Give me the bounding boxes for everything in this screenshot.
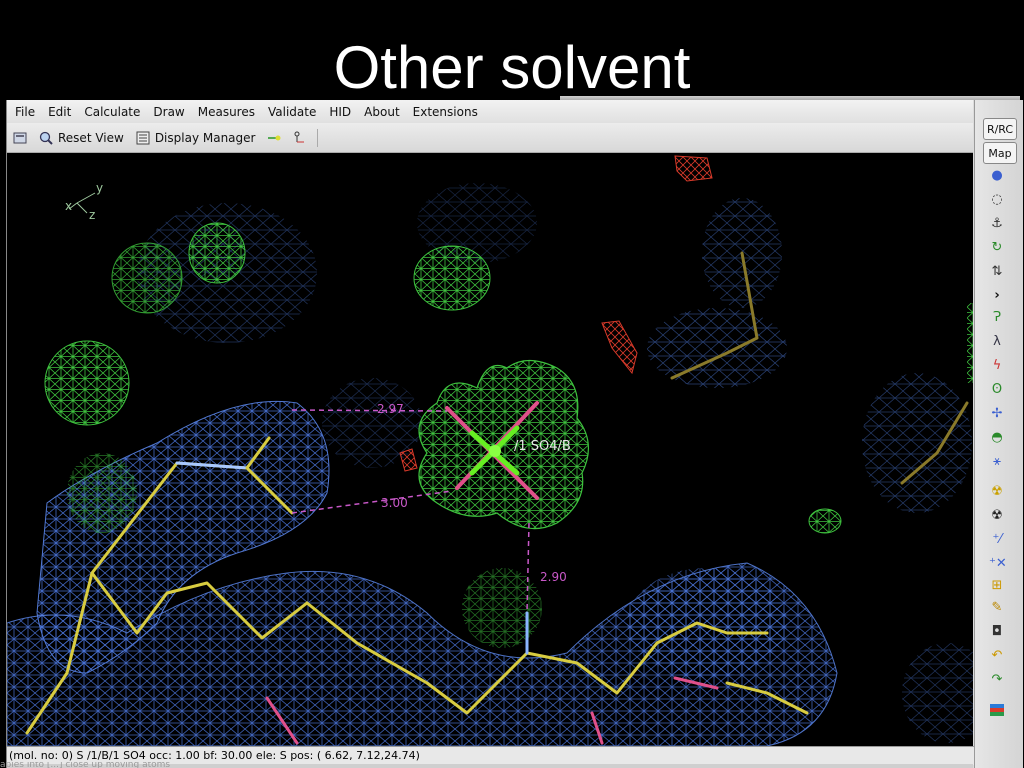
rrc-button[interactable]: R/RC [983, 118, 1017, 140]
go-to-atom-button[interactable] [261, 126, 287, 150]
mutate-auto-fit-icon[interactable]: λ [989, 334, 1005, 350]
side-toolbar: R/RC Map ● ◌ ⚓ ↻ ⇅ › Ɂ λ ϟ ʘ ✢ ◓ ⚹ ☢ ☢ ⁺… [974, 100, 1023, 768]
map-button[interactable]: Map [983, 142, 1017, 164]
torsion-edit-icon[interactable]: ʘ [989, 382, 1005, 398]
distance-label-3: 2.90 [540, 570, 567, 584]
blue-density-mesh [7, 400, 838, 746]
axis-z-label: z [89, 208, 96, 222]
flag-icon[interactable] [989, 704, 1005, 720]
radioactive-warning-icon[interactable]: ☢ [989, 484, 1005, 500]
model-fit-button[interactable] [287, 126, 313, 150]
rotate-translate-icon[interactable]: ◌ [989, 192, 1005, 208]
auto-fit-rotamer-icon[interactable]: ⚓ [989, 216, 1005, 232]
open-file-icon [13, 132, 27, 143]
menu-extensions[interactable]: Extensions [405, 105, 483, 119]
regularize-icon[interactable]: ⚹ [989, 454, 1005, 470]
distance-label-2: 3.00 [381, 496, 408, 510]
delete-atom-icon[interactable]: ⁺✕ [989, 556, 1007, 572]
display-manager-button[interactable]: Display Manager [130, 126, 262, 150]
side-chain-180-icon[interactable]: ⇅ [989, 264, 1005, 280]
coot-window: File Edit Calculate Draw Measures Valida… [6, 100, 1023, 768]
magnifier-icon [39, 131, 53, 145]
clean-broom-icon[interactable]: ✎ [989, 600, 1005, 616]
reset-view-button[interactable]: Reset View [33, 126, 130, 150]
menu-about[interactable]: About [356, 105, 404, 119]
graphics-viewport[interactable]: x y z /1 SO4/B 2.97 3.00 2.90 [7, 153, 973, 746]
menu-validate[interactable]: Validate [260, 105, 321, 119]
undo-icon[interactable]: ↶ [989, 648, 1005, 664]
sphere-refine-icon[interactable]: ● [989, 168, 1005, 184]
add-alt-conf-icon[interactable]: ϟ [989, 358, 1005, 374]
arrow-right-icon [268, 135, 281, 140]
add-water-icon[interactable]: ◓ [989, 430, 1005, 446]
chevron-right-icon[interactable]: › [989, 288, 1005, 304]
axis-y-label: y [96, 181, 104, 195]
redo-icon[interactable]: ↷ [989, 672, 1005, 688]
menu-draw[interactable]: Draw [145, 105, 189, 119]
add-terminal-residue-icon[interactable]: ⊞ [989, 578, 1005, 594]
rotate-ligand-icon[interactable]: ✢ [989, 406, 1005, 422]
list-icon [136, 131, 150, 144]
flip-peptide-icon[interactable]: ↻ [989, 240, 1005, 256]
residue-label: /1 SO4/B [514, 439, 571, 454]
display-manager-label: Display Manager [154, 130, 256, 145]
axis-x-label: x [65, 199, 73, 213]
trash-icon[interactable]: ◘ [989, 624, 1005, 640]
add-atom-icon[interactable]: ⁺⁄ [989, 532, 1005, 548]
menu-edit[interactable]: Edit [40, 105, 76, 119]
menu-hid[interactable]: HID [321, 105, 356, 119]
radioactive-icon[interactable]: ☢ [989, 508, 1005, 524]
menu-file[interactable]: File [7, 105, 40, 119]
menu-calculate[interactable]: Calculate [76, 105, 145, 119]
toolbar-separator [317, 128, 319, 147]
menubar: File Edit Calculate Draw Measures Valida… [7, 100, 973, 123]
reset-view-label: Reset View [58, 130, 124, 145]
density-scene [7, 155, 973, 746]
background-terminal-text: ables into [...] close up moving atoms [0, 762, 171, 768]
main-toolbar: Reset View Display Manager [7, 123, 973, 153]
distance-label-1: 2.97 [377, 402, 404, 416]
molecule-icon [294, 131, 305, 142]
azerbaijan-flag-icon [990, 704, 1004, 716]
menu-measures[interactable]: Measures [190, 105, 260, 119]
open-coords-button[interactable] [7, 126, 33, 150]
mutate-icon[interactable]: Ɂ [989, 310, 1005, 326]
